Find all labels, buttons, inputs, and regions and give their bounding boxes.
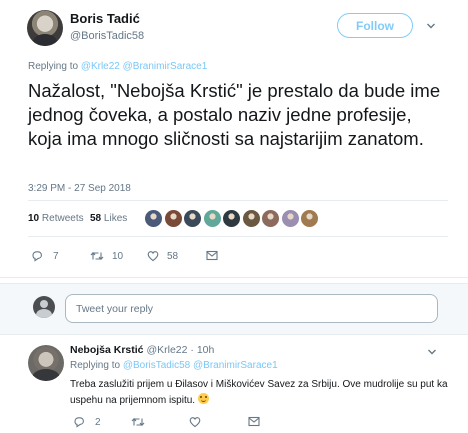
envelope-icon bbox=[206, 250, 218, 261]
mention-link[interactable]: @BranimirSarace1 bbox=[193, 360, 278, 371]
reply-header: Nebojša Krstić @Krle22 · 10h bbox=[70, 344, 214, 356]
like-action[interactable]: 58 bbox=[147, 250, 178, 262]
reply-icon bbox=[74, 417, 84, 428]
author-avatar[interactable] bbox=[27, 10, 63, 46]
mention-link[interactable]: @BranimirSarace1 bbox=[123, 61, 208, 72]
direct-message-action[interactable] bbox=[206, 250, 218, 261]
reply-author-avatar[interactable] bbox=[28, 345, 64, 381]
reply-author-name[interactable]: Nebojša Krstić bbox=[70, 344, 144, 356]
user-avatar bbox=[33, 296, 55, 318]
smile-emoji-icon bbox=[197, 392, 209, 404]
reply-action[interactable]: 2 bbox=[73, 416, 101, 428]
chevron-down-icon[interactable] bbox=[427, 347, 437, 357]
author-handle[interactable]: @BorisTadic58 bbox=[70, 30, 144, 42]
liker-avatar[interactable] bbox=[183, 209, 202, 228]
tweet-timestamp[interactable]: 3:29 PM - 27 Sep 2018 bbox=[28, 183, 131, 194]
replying-to: Replying to @Krle22 @BranimirSarace1 bbox=[28, 61, 207, 72]
likes-stat[interactable]: 58 Likes bbox=[90, 213, 127, 224]
tweet-text: Nažalost, "Nebojša Krstić" je prestalo d… bbox=[28, 80, 441, 149]
retweet-action[interactable]: 10 bbox=[90, 250, 123, 262]
liker-avatar[interactable] bbox=[241, 209, 261, 228]
retweet-icon bbox=[131, 417, 145, 427]
reply-icon bbox=[32, 251, 42, 262]
liker-avatar[interactable] bbox=[202, 209, 222, 228]
replying-prefix: Replying to bbox=[70, 360, 121, 371]
follow-button[interactable]: Follow bbox=[337, 13, 413, 38]
retweets-stat[interactable]: 10 Retweets bbox=[28, 213, 84, 224]
chevron-down-icon[interactable] bbox=[426, 21, 436, 31]
reply-text: Treba zaslužiti prijem u Đilasov i Miško… bbox=[70, 378, 450, 408]
reply-author-handle[interactable]: @Krle22 bbox=[146, 344, 187, 356]
liker-avatar[interactable] bbox=[222, 209, 241, 228]
divider bbox=[28, 200, 448, 201]
direct-message-action[interactable] bbox=[248, 416, 260, 427]
reply-text-body: Treba zaslužiti prijem u Đilasov i Miško… bbox=[70, 379, 448, 406]
reply-input[interactable]: Tweet your reply bbox=[65, 294, 438, 323]
liker-avatar[interactable] bbox=[300, 209, 319, 228]
likes-label: Likes bbox=[103, 213, 128, 224]
reply-tweet[interactable]: Nebojša Krstić @Krle22 · 10h Replying to… bbox=[0, 336, 468, 433]
heart-icon bbox=[189, 417, 201, 428]
like-action[interactable] bbox=[189, 416, 201, 428]
retweets-label: Retweets bbox=[41, 213, 84, 224]
reply-time[interactable]: 10h bbox=[197, 344, 215, 356]
retweets-count: 10 bbox=[28, 213, 40, 224]
divider bbox=[28, 236, 448, 237]
heart-icon bbox=[147, 251, 159, 262]
replying-prefix: Replying to bbox=[28, 61, 79, 72]
liker-avatar[interactable] bbox=[280, 209, 300, 228]
mention-link[interactable]: @BorisTadic58 bbox=[123, 360, 190, 371]
author-name[interactable]: Boris Tadić bbox=[70, 11, 140, 26]
liker-avatar[interactable] bbox=[163, 209, 183, 228]
like-count: 58 bbox=[167, 250, 179, 262]
likes-count: 58 bbox=[90, 213, 102, 224]
envelope-icon bbox=[248, 416, 260, 427]
separator: · bbox=[190, 344, 194, 356]
main-tweet: Boris Tadić @BorisTadic58 Follow Replyin… bbox=[0, 0, 468, 278]
retweet-action[interactable] bbox=[131, 416, 145, 428]
reply-count: 7 bbox=[53, 250, 59, 262]
reply-action[interactable]: 7 bbox=[31, 250, 59, 262]
reply-compose: Tweet your reply bbox=[0, 283, 468, 335]
liker-avatar[interactable] bbox=[261, 209, 280, 228]
reply-count: 2 bbox=[95, 416, 101, 428]
mention-link[interactable]: @Krle22 bbox=[81, 61, 120, 72]
retweet-icon bbox=[90, 251, 104, 261]
retweet-count: 10 bbox=[112, 250, 124, 262]
liker-avatar[interactable] bbox=[144, 209, 163, 228]
reply-replying-to: Replying to @BorisTadic58 @BranimirSarac… bbox=[70, 360, 278, 371]
